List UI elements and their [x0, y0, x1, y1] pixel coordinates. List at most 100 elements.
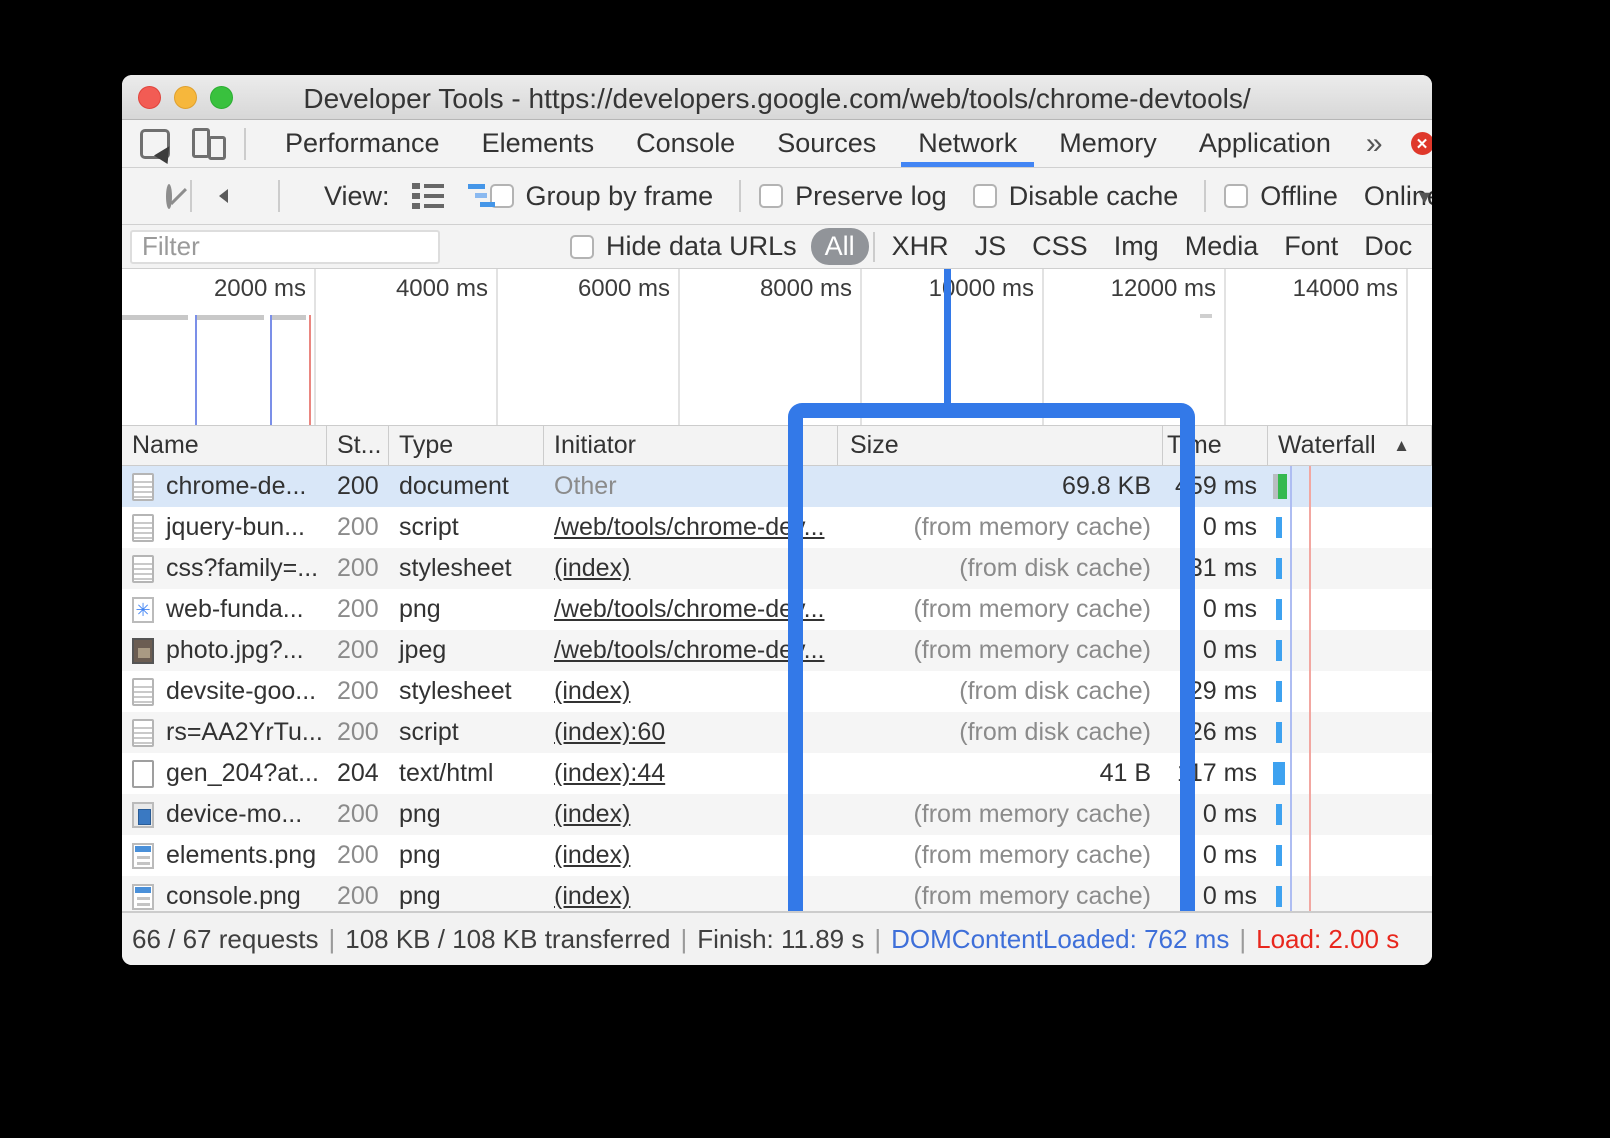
- request-name: rs=AA2YrTu...: [166, 718, 323, 747]
- group-by-frame-toggle[interactable]: Group by frame: [490, 181, 714, 212]
- cell-waterfall: [1268, 835, 1432, 876]
- tab-network[interactable]: Network: [897, 120, 1038, 167]
- initiator-link[interactable]: /web/tools/chrome-dev...: [554, 595, 824, 624]
- cell-type: png: [389, 589, 544, 630]
- table-row[interactable]: chrome-de...200documentOther69.8 KB459 m…: [122, 466, 1432, 507]
- tab-sources[interactable]: Sources: [756, 120, 897, 167]
- cell-status: 200: [327, 794, 389, 835]
- column-header-initiator[interactable]: Initiator: [544, 426, 838, 465]
- hide-data-urls-toggle[interactable]: Hide data URLs: [570, 231, 797, 262]
- initiator-link[interactable]: (index): [554, 882, 630, 911]
- preserve-log-label: Preserve log: [795, 181, 947, 212]
- device-toolbar-icon[interactable]: [192, 128, 226, 160]
- filter-pill-img[interactable]: Img: [1101, 229, 1172, 264]
- cell-name: jquery-bun...: [122, 507, 327, 548]
- preserve-log-checkbox[interactable]: [759, 184, 783, 208]
- offline-checkbox[interactable]: [1224, 184, 1248, 208]
- request-name: device-mo...: [166, 800, 302, 829]
- cell-waterfall: [1268, 876, 1432, 911]
- filter-bar: Hide data URLs All XHRJSCSSImgMediaFontDo…: [122, 225, 1432, 269]
- cell-initiator: (index): [544, 671, 838, 712]
- panel-tabs: PerformanceElementsConsoleSourcesNetwork…: [264, 120, 1352, 167]
- filter-pill-doc[interactable]: Doc: [1351, 229, 1425, 264]
- table-row[interactable]: rs=AA2YrTu...200script(index):60(from di…: [122, 712, 1432, 753]
- filter-pill-font[interactable]: Font: [1271, 229, 1351, 264]
- column-header-status[interactable]: St...: [327, 426, 389, 465]
- column-header-type[interactable]: Type: [389, 426, 544, 465]
- domcontentloaded-time: DOMContentLoaded: 762 ms: [891, 924, 1229, 955]
- cell-time: 26 ms: [1163, 712, 1268, 753]
- cell-name: photo.jpg?...: [122, 630, 327, 671]
- sort-ascending-icon[interactable]: ▲: [1393, 436, 1410, 456]
- waterfall-bar: [1273, 762, 1285, 785]
- filter-pill-xhr[interactable]: XHR: [879, 229, 962, 264]
- file-icon: [132, 760, 154, 788]
- table-row[interactable]: elements.png200png(index)(from memory ca…: [122, 835, 1432, 876]
- tab-performance[interactable]: Performance: [264, 120, 461, 167]
- initiator-link[interactable]: (index):60: [554, 718, 665, 747]
- image-thumbnail-icon: [132, 638, 154, 664]
- more-tabs-icon[interactable]: »: [1352, 127, 1397, 161]
- table-row[interactable]: gen_204?at...204text/html(index):4441 B1…: [122, 753, 1432, 794]
- request-name: chrome-de...: [166, 472, 306, 501]
- filter-pill-all[interactable]: All: [811, 228, 869, 265]
- table-row[interactable]: photo.jpg?...200jpeg/web/tools/chrome-de…: [122, 630, 1432, 671]
- column-header-name[interactable]: Name: [122, 426, 327, 465]
- table-row[interactable]: jquery-bun...200script/web/tools/chrome-…: [122, 507, 1432, 548]
- filter-pill-ws[interactable]: WS: [1425, 229, 1432, 264]
- tab-memory[interactable]: Memory: [1038, 120, 1178, 167]
- disable-cache-toggle[interactable]: Disable cache: [973, 181, 1179, 212]
- cell-name: gen_204?at...: [122, 753, 327, 794]
- cell-initiator: (index): [544, 794, 838, 835]
- initiator-link[interactable]: (index): [554, 554, 630, 583]
- table-row[interactable]: devsite-goo...200stylesheet(index)(from …: [122, 671, 1432, 712]
- cell-status: 200: [327, 835, 389, 876]
- cell-type: jpeg: [389, 630, 544, 671]
- column-header-size[interactable]: Size: [838, 426, 1163, 465]
- request-name: elements.png: [166, 841, 316, 870]
- tab-application[interactable]: Application: [1178, 120, 1352, 167]
- inspect-element-icon[interactable]: [140, 129, 170, 159]
- error-badge[interactable]: ✕ 1: [1411, 129, 1432, 158]
- initiator-link[interactable]: (index): [554, 677, 630, 706]
- tab-console[interactable]: Console: [615, 120, 756, 167]
- cell-initiator: (index): [544, 835, 838, 876]
- clear-icon[interactable]: [166, 184, 172, 209]
- cell-name: rs=AA2YrTu...: [122, 712, 327, 753]
- file-icon: [132, 555, 154, 583]
- table-row[interactable]: console.png200png(index)(from memory cac…: [122, 876, 1432, 911]
- cell-name: elements.png: [122, 835, 327, 876]
- column-header-time[interactable]: Time: [1163, 426, 1268, 465]
- initiator-link[interactable]: /web/tools/chrome-dev...: [554, 513, 824, 542]
- timeline-gridline: [1224, 269, 1226, 425]
- cell-type: stylesheet: [389, 671, 544, 712]
- requests-count: 66 / 67 requests: [132, 924, 318, 955]
- cell-name: console.png: [122, 876, 327, 911]
- panel-left-icons: [140, 128, 226, 160]
- view-label: View:: [324, 181, 390, 212]
- cell-waterfall: [1268, 589, 1432, 630]
- preserve-log-toggle[interactable]: Preserve log: [759, 181, 947, 212]
- initiator-link[interactable]: (index): [554, 800, 630, 829]
- cell-status: 204: [327, 753, 389, 794]
- offline-toggle[interactable]: Offline: [1224, 181, 1338, 212]
- filter-pill-js[interactable]: JS: [962, 229, 1020, 264]
- cell-initiator: /web/tools/chrome-dev...: [544, 589, 838, 630]
- initiator-link[interactable]: /web/tools/chrome-dev...: [554, 636, 824, 665]
- initiator-link[interactable]: (index):44: [554, 759, 665, 788]
- disable-cache-checkbox[interactable]: [973, 184, 997, 208]
- filter-pill-css[interactable]: CSS: [1019, 229, 1101, 264]
- initiator-link[interactable]: (index): [554, 841, 630, 870]
- large-rows-icon[interactable]: [412, 183, 444, 209]
- waterfall-load-line: [1309, 466, 1311, 911]
- filter-pill-media[interactable]: Media: [1172, 229, 1272, 264]
- table-row[interactable]: ✳web-funda...200png/web/tools/chrome-dev…: [122, 589, 1432, 630]
- hide-data-urls-checkbox[interactable]: [570, 235, 594, 259]
- table-row[interactable]: device-mo...200png(index)(from memory ca…: [122, 794, 1432, 835]
- network-overview[interactable]: 2000 ms4000 ms6000 ms8000 ms10000 ms1200…: [122, 269, 1432, 425]
- chevron-down-icon[interactable]: ▾: [1419, 184, 1430, 210]
- tab-elements[interactable]: Elements: [461, 120, 616, 167]
- table-row[interactable]: css?family=...200stylesheet(index)(from …: [122, 548, 1432, 589]
- waterfall-bar: [1276, 681, 1282, 702]
- filter-input[interactable]: [130, 230, 440, 264]
